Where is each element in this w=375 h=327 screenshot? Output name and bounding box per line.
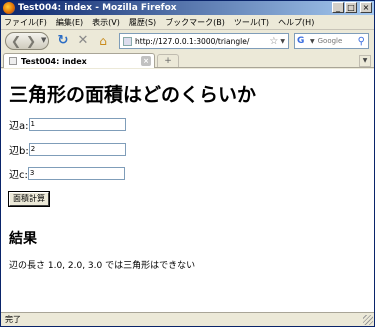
back-arrow-icon[interactable]: ❮ <box>11 34 21 48</box>
field-row-c: 辺c: <box>9 166 125 181</box>
menu-edit[interactable]: 編集(E) <box>56 17 83 28</box>
tab-index[interactable]: Test004: index × <box>3 53 155 68</box>
close-icon[interactable]: × <box>360 2 372 13</box>
status-bar: 完了 <box>1 312 374 326</box>
url-dropdown-icon[interactable]: ▼ <box>280 38 285 45</box>
side-a-label: 辺a: <box>9 120 29 132</box>
reload-icon[interactable]: ↻ <box>56 33 70 49</box>
menu-history[interactable]: 履歴(S) <box>129 17 156 28</box>
side-c-input[interactable] <box>27 166 125 180</box>
tab-list-icon[interactable]: ▼ <box>359 55 371 67</box>
menu-bookmarks[interactable]: ブックマーク(B) <box>165 17 225 28</box>
tab-favicon-icon <box>9 57 17 65</box>
star-icon[interactable]: ☆ <box>269 36 278 47</box>
search-engine-dropdown-icon[interactable]: ▼ <box>310 38 315 45</box>
history-dropdown-icon[interactable]: ▼ <box>41 36 46 44</box>
side-b-label: 辺b: <box>9 145 29 157</box>
side-b-input[interactable] <box>28 142 126 156</box>
back-forward-group: ❮ ❯ ▼ <box>5 32 49 50</box>
resize-grip-icon[interactable] <box>363 315 373 325</box>
status-text: 完了 <box>5 315 21 324</box>
result-text: 辺の長さ 1.0, 2.0, 3.0 では三角形はできない <box>9 261 196 271</box>
page-heading: 三角形の面積はどのくらいか <box>9 84 257 106</box>
stop-icon[interactable]: ✕ <box>76 33 90 49</box>
google-icon[interactable]: G <box>297 35 309 47</box>
calculate-area-button[interactable]: 面積計算 <box>8 191 50 207</box>
window-controls: _ □ × <box>332 2 372 13</box>
menu-file[interactable]: ファイル(F) <box>4 17 47 28</box>
browser-window: Test004: index - Mozilla Firefox _ □ × フ… <box>0 0 375 327</box>
magnifier-icon[interactable]: ⚲ <box>358 36 365 47</box>
tab-label: Test004: index <box>21 56 87 66</box>
side-c-label: 辺c: <box>9 169 28 181</box>
menu-view[interactable]: 表示(V) <box>92 17 120 28</box>
maximize-icon[interactable]: □ <box>345 2 357 13</box>
home-icon[interactable]: ⌂ <box>96 33 110 49</box>
search-input[interactable] <box>317 37 356 45</box>
field-row-b: 辺b: <box>9 142 126 157</box>
firefox-icon <box>3 2 15 14</box>
tab-strip: Test004: index × + ▼ <box>1 51 374 68</box>
minimize-icon[interactable]: _ <box>332 2 344 13</box>
new-tab-icon[interactable]: + <box>157 54 179 67</box>
search-bar: G ▼ ⚲ <box>294 33 369 49</box>
navigation-toolbar: ❮ ❯ ▼ ↻ ✕ ⌂ http://127.0.0.1:3000/triang… <box>1 29 374 51</box>
address-bar[interactable]: http://127.0.0.1:3000/triangle/ ☆ ▼ <box>119 33 289 49</box>
result-heading: 結果 <box>9 231 37 247</box>
page-favicon-icon <box>123 36 132 46</box>
field-row-a: 辺a: <box>9 117 126 132</box>
title-bar: Test004: index - Mozilla Firefox _ □ × <box>1 1 374 15</box>
page-content: 三角形の面積はどのくらいか 辺a: 辺b: 辺c: 面積計算 結果 辺の長さ 1… <box>1 69 374 312</box>
window-title: Test004: index - Mozilla Firefox <box>18 3 177 13</box>
menu-bar: ファイル(F) 編集(E) 表示(V) 履歴(S) ブックマーク(B) ツール(… <box>1 15 374 29</box>
side-a-input[interactable] <box>28 117 126 131</box>
menu-help[interactable]: ヘルプ(H) <box>278 17 314 28</box>
tab-close-icon[interactable]: × <box>141 56 151 66</box>
forward-arrow-icon[interactable]: ❯ <box>26 34 36 48</box>
menu-tools[interactable]: ツール(T) <box>234 17 269 28</box>
url-text[interactable]: http://127.0.0.1:3000/triangle/ <box>135 37 269 46</box>
